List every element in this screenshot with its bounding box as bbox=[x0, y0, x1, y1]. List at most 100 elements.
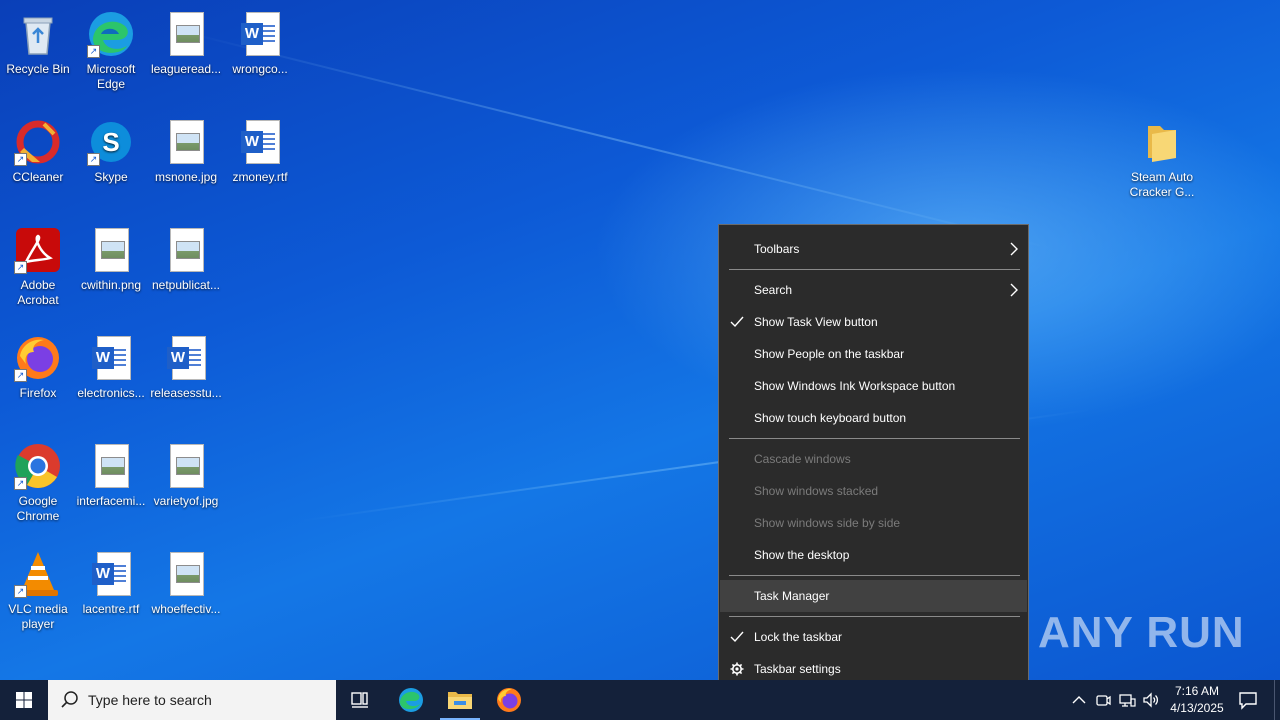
chevron-up-icon[interactable] bbox=[1069, 690, 1089, 710]
menu-item-label: Search bbox=[754, 283, 793, 297]
image-file-icon bbox=[162, 442, 210, 490]
shortcut-arrow-icon: ↗ bbox=[14, 585, 27, 598]
desktop-icon-label: VLC media player bbox=[8, 602, 68, 631]
image-file-icon bbox=[87, 442, 135, 490]
shortcut-arrow-icon: ↗ bbox=[14, 477, 27, 490]
menu-item-label: Show People on the taskbar bbox=[754, 347, 905, 361]
desktop-icon-label: Recycle Bin bbox=[6, 62, 70, 76]
desktop-icon-skype[interactable]: S ↗ Skype bbox=[73, 112, 149, 185]
image-file-icon bbox=[162, 10, 210, 58]
desktop-icon-msnone[interactable]: msnone.jpg bbox=[148, 112, 224, 185]
chevron-right-icon bbox=[1010, 242, 1018, 256]
search-placeholder: Type here to search bbox=[88, 692, 212, 708]
desktop-icon-label: Steam Auto Cracker G... bbox=[1129, 170, 1195, 199]
vlc-icon: ↗ bbox=[14, 550, 62, 598]
desktop-icon-steam-auto-cracker[interactable]: Steam Auto Cracker G... bbox=[1124, 112, 1200, 200]
menu-item-label: Task Manager bbox=[754, 589, 830, 603]
file-explorer-icon bbox=[448, 692, 472, 709]
desktop-icon-adobe-acrobat[interactable]: ↗ Adobe Acrobat bbox=[0, 220, 76, 308]
folder-icon bbox=[1138, 118, 1186, 166]
clock[interactable]: 7:16 AM 4/13/2025 bbox=[1162, 683, 1232, 717]
taskbar-edge-button[interactable] bbox=[387, 680, 435, 720]
search-box[interactable]: Type here to search bbox=[48, 680, 336, 720]
word-document-icon: W bbox=[87, 550, 135, 598]
desktop-icon-label: wrongco... bbox=[232, 62, 288, 76]
menu-item-task-manager[interactable]: Task Manager bbox=[720, 580, 1027, 612]
desktop-icon-label: varietyof.jpg bbox=[153, 494, 219, 508]
menu-item-show-desktop[interactable]: Show the desktop bbox=[720, 539, 1027, 571]
menu-item-label: Show Windows Ink Workspace button bbox=[754, 379, 956, 393]
image-file-icon bbox=[162, 550, 210, 598]
desktop-icon-label: releasesstu... bbox=[150, 386, 222, 400]
firefox-icon: ↗ bbox=[14, 334, 62, 382]
desktop-icon-whoeffectiv[interactable]: whoeffectiv... bbox=[148, 544, 224, 617]
menu-item-lock-taskbar[interactable]: Lock the taskbar bbox=[720, 621, 1027, 653]
shortcut-arrow-icon: ↗ bbox=[14, 153, 27, 166]
volume-icon[interactable] bbox=[1141, 690, 1161, 710]
taskbar-firefox-button[interactable] bbox=[485, 680, 533, 720]
desktop-icon-lacentre[interactable]: W lacentre.rtf bbox=[73, 544, 149, 617]
menu-separator bbox=[729, 616, 1020, 617]
desktop-icon-releasesstu[interactable]: W releasesstu... bbox=[148, 328, 224, 401]
menu-item-show-ink-workspace[interactable]: Show Windows Ink Workspace button bbox=[720, 370, 1027, 402]
word-document-icon: W bbox=[87, 334, 135, 382]
desktop-icon-interfacemi[interactable]: interfacemi... bbox=[73, 436, 149, 509]
desktop-icon-varietyof[interactable]: varietyof.jpg bbox=[148, 436, 224, 509]
menu-item-label: Cascade windows bbox=[754, 452, 851, 466]
menu-item-label: Toolbars bbox=[754, 242, 800, 256]
menu-item-show-people[interactable]: Show People on the taskbar bbox=[720, 338, 1027, 370]
desktop-icon-wrongco[interactable]: W wrongco... bbox=[222, 4, 298, 77]
desktop-icon-firefox[interactable]: ↗ Firefox bbox=[0, 328, 76, 401]
firefox-icon bbox=[497, 688, 521, 712]
clock-date: 4/13/2025 bbox=[1170, 701, 1224, 715]
desktop-icon-label: Adobe Acrobat bbox=[17, 278, 59, 307]
recycle-bin-icon bbox=[14, 10, 62, 58]
taskbar-context-menu: Toolbars Search Show Task View button Sh… bbox=[718, 224, 1029, 692]
menu-item-toolbars[interactable]: Toolbars bbox=[720, 233, 1027, 265]
taskbar[interactable]: Type here to search 7:16 AM 4/13/2025 bbox=[0, 680, 1280, 720]
start-button[interactable] bbox=[0, 680, 48, 720]
menu-item-show-task-view[interactable]: Show Task View button bbox=[720, 306, 1027, 338]
desktop-icon-ccleaner[interactable]: ↗ CCleaner bbox=[0, 112, 76, 185]
svg-text:S: S bbox=[102, 127, 119, 157]
adobe-acrobat-icon: ↗ bbox=[14, 226, 62, 274]
search-icon bbox=[61, 691, 78, 708]
desktop-icon-label: whoeffectiv... bbox=[151, 602, 221, 616]
gear-icon bbox=[730, 662, 744, 676]
menu-item-show-touch-keyboard[interactable]: Show touch keyboard button bbox=[720, 402, 1027, 434]
desktop-icon-label: CCleaner bbox=[12, 170, 64, 184]
meet-now-icon[interactable] bbox=[1093, 690, 1113, 710]
desktop-icon-cwithin[interactable]: cwithin.png bbox=[73, 220, 149, 293]
desktop-icon-google-chrome[interactable]: ↗ Google Chrome bbox=[0, 436, 76, 524]
desktop-icon-label: lacentre.rtf bbox=[82, 602, 140, 616]
desktop-icon-vlc[interactable]: ↗ VLC media player bbox=[0, 544, 76, 632]
desktop-icon-label: cwithin.png bbox=[80, 278, 142, 292]
desktop-icon-leagueread[interactable]: leagueread... bbox=[148, 4, 224, 77]
menu-separator bbox=[729, 269, 1020, 270]
desktop[interactable]: Recycle Bin ↗ CCleaner ↗ Adobe Acrobat ↗… bbox=[0, 0, 1280, 680]
desktop-icon-label: msnone.jpg bbox=[154, 170, 218, 184]
skype-icon: S ↗ bbox=[87, 118, 135, 166]
task-view-icon bbox=[351, 692, 368, 708]
show-desktop-button[interactable] bbox=[1274, 680, 1280, 720]
desktop-icon-label: Skype bbox=[94, 170, 128, 184]
desktop-icon-label: interfacemi... bbox=[76, 494, 146, 508]
menu-item-search[interactable]: Search bbox=[720, 274, 1027, 306]
desktop-icon-zmoney[interactable]: W zmoney.rtf bbox=[222, 112, 298, 185]
task-view-button[interactable] bbox=[336, 680, 384, 720]
chrome-icon: ↗ bbox=[14, 442, 62, 490]
word-document-icon: W bbox=[162, 334, 210, 382]
menu-item-label: Taskbar settings bbox=[754, 662, 841, 676]
desktop-icon-microsoft-edge[interactable]: ↗ Microsoft Edge bbox=[73, 4, 149, 92]
taskbar-file-explorer-button[interactable] bbox=[436, 680, 484, 720]
desktop-icon-label: electronics... bbox=[77, 386, 145, 400]
network-icon[interactable] bbox=[1117, 690, 1137, 710]
menu-item-label: Show Task View button bbox=[754, 315, 878, 329]
checkmark-icon bbox=[730, 316, 744, 328]
desktop-icon-netpublicat[interactable]: netpublicat... bbox=[148, 220, 224, 293]
desktop-icon-electronics[interactable]: W electronics... bbox=[73, 328, 149, 401]
windows-logo-icon bbox=[16, 692, 32, 708]
desktop-icon-recycle-bin[interactable]: Recycle Bin bbox=[0, 4, 76, 77]
notification-center-icon[interactable] bbox=[1237, 689, 1259, 711]
word-document-icon: W bbox=[236, 118, 284, 166]
